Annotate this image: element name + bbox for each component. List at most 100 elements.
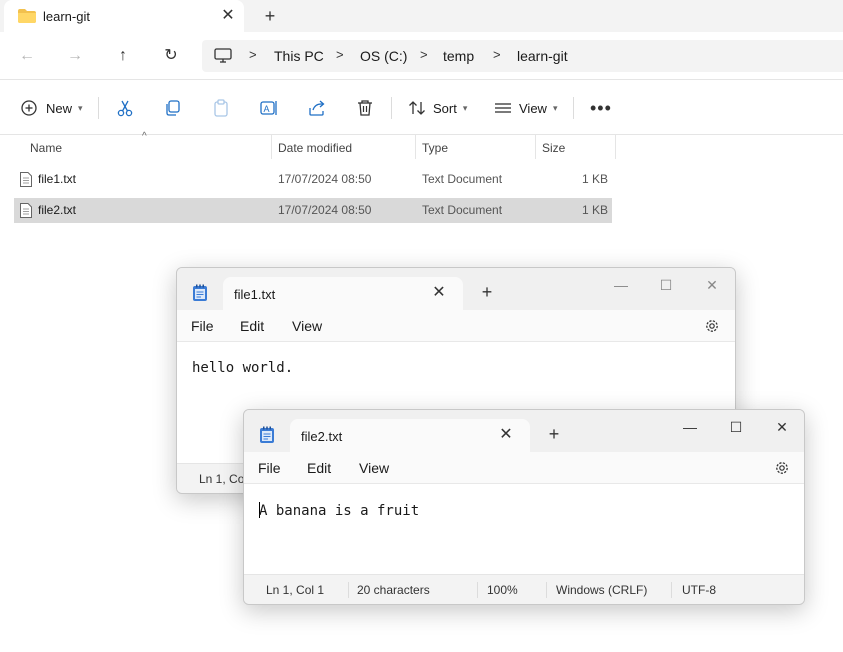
cut-button[interactable] <box>115 96 135 120</box>
trash-icon <box>358 100 372 116</box>
notepad-window-file2[interactable]: file2.txt ✕ + — ☐ ✕ File Edit View A ban… <box>243 409 805 605</box>
status-divider <box>546 582 547 598</box>
menu-file[interactable]: File <box>191 318 214 334</box>
text-editor[interactable]: A banana is a fruit <box>244 484 804 574</box>
share-icon <box>309 100 325 116</box>
menu-edit[interactable]: Edit <box>240 318 264 334</box>
sort-button[interactable]: Sort ▾ <box>407 96 467 120</box>
new-button[interactable]: New ▾ <box>20 96 83 120</box>
copy-button[interactable] <box>163 96 183 120</box>
up-arrow-icon[interactable]: ↑ <box>113 46 133 66</box>
svg-text:A: A <box>264 104 270 114</box>
sort-label: Sort <box>433 100 457 116</box>
breadcrumb-temp[interactable]: temp <box>443 48 474 64</box>
column-divider[interactable] <box>415 135 416 159</box>
explorer-tab-title: learn-git <box>43 9 90 24</box>
column-divider[interactable] <box>535 135 536 159</box>
file-size: 1 KB <box>581 172 608 186</box>
delete-button[interactable] <box>355 96 375 120</box>
paste-button[interactable] <box>211 96 231 120</box>
sort-arrows-icon <box>409 101 425 115</box>
view-label: View <box>519 100 547 116</box>
chevron-right-icon: > <box>420 47 428 62</box>
chevron-down-icon: ▾ <box>78 102 83 113</box>
column-header-name[interactable]: Name <box>30 141 62 155</box>
copy-icon <box>166 100 180 116</box>
navigation-bar: ← → ↑ ↻ > This PC > OS (C:) > temp > lea… <box>0 32 843 80</box>
explorer-tab[interactable]: learn-git ✕ <box>4 0 244 32</box>
folder-icon <box>18 9 36 23</box>
view-list-icon <box>495 103 511 113</box>
address-bar[interactable]: > This PC > OS (C:) > temp > learn-git <box>202 40 843 72</box>
close-icon[interactable]: ✕ <box>498 427 514 443</box>
new-tab-plus-icon[interactable]: + <box>262 7 278 25</box>
rename-icon: A <box>260 101 277 115</box>
status-divider <box>348 582 349 598</box>
gear-icon[interactable] <box>704 318 720 334</box>
new-label: New <box>46 100 73 116</box>
menu-view[interactable]: View <box>292 318 322 334</box>
text-file-icon <box>20 172 32 187</box>
notepad-icon <box>260 426 274 443</box>
column-header-size[interactable]: Size <box>542 141 565 155</box>
notepad-icon <box>193 284 207 301</box>
back-arrow-icon[interactable]: ← <box>17 46 37 66</box>
editor-content: hello world. <box>192 360 294 376</box>
forward-arrow-icon[interactable]: → <box>65 46 85 66</box>
close-icon[interactable]: ✕ <box>431 285 447 301</box>
status-divider <box>671 582 672 598</box>
column-divider[interactable] <box>615 135 616 159</box>
chevron-right-icon: > <box>336 47 344 62</box>
share-button[interactable] <box>307 96 327 120</box>
zoom-level[interactable]: 100% <box>487 583 518 597</box>
menu-bar: File Edit View <box>177 310 735 342</box>
refresh-icon[interactable]: ↻ <box>161 46 181 66</box>
menu-edit[interactable]: Edit <box>307 460 331 476</box>
breadcrumb-os-c[interactable]: OS (C:) <box>360 48 407 64</box>
line-ending[interactable]: Windows (CRLF) <box>556 583 647 597</box>
more-options-icon[interactable]: ••• <box>590 96 612 120</box>
maximize-icon[interactable]: ☐ <box>651 274 681 296</box>
sort-ascending-caret-icon: ^ <box>142 131 147 142</box>
explorer-tab-strip: learn-git ✕ + <box>0 0 843 32</box>
breadcrumb-learn-git[interactable]: learn-git <box>517 48 568 64</box>
file-type: Text Document <box>422 172 503 186</box>
editor-text: A banana is a fruit <box>259 503 420 519</box>
chevron-down-icon: ▾ <box>462 102 468 113</box>
title-bar[interactable]: file1.txt ✕ + — ☐ ✕ <box>177 268 735 310</box>
notepad-tab[interactable]: file2.txt ✕ <box>290 419 530 452</box>
notepad-tab-title: file1.txt <box>234 287 276 302</box>
title-bar[interactable]: file2.txt ✕ + — ☐ ✕ <box>244 410 804 452</box>
chevron-down-icon: ▾ <box>552 102 558 113</box>
menu-bar: File Edit View <box>244 452 804 484</box>
text-file-icon <box>20 203 32 218</box>
file-row[interactable]: file1.txt 17/07/2024 08:50 Text Document… <box>14 167 612 192</box>
status-bar: Ln 1, Col 1 20 characters 100% Windows (… <box>244 574 804 604</box>
close-window-icon[interactable]: ✕ <box>697 274 727 296</box>
toolbar-divider <box>391 97 392 119</box>
gear-icon[interactable] <box>774 460 790 476</box>
new-tab-plus-icon[interactable]: + <box>546 425 562 443</box>
cursor-position[interactable]: Ln 1, Col <box>199 472 247 486</box>
cursor-position[interactable]: Ln 1, Col 1 <box>266 583 324 597</box>
minimize-icon[interactable]: — <box>606 274 636 296</box>
view-button[interactable]: View ▾ <box>493 96 557 120</box>
maximize-icon[interactable]: ☐ <box>721 416 751 438</box>
menu-view[interactable]: View <box>359 460 389 476</box>
menu-file[interactable]: File <box>258 460 281 476</box>
close-icon[interactable]: ✕ <box>220 8 236 24</box>
file-row[interactable]: file2.txt 17/07/2024 08:50 Text Document… <box>14 198 612 223</box>
breadcrumb-this-pc[interactable]: This PC <box>274 48 324 64</box>
rename-button[interactable]: A <box>259 96 279 120</box>
scissors-icon <box>117 100 133 117</box>
chevron-right-icon: > <box>493 47 501 62</box>
column-header-date[interactable]: Date modified <box>278 141 352 155</box>
file-name: file1.txt <box>38 172 77 186</box>
column-divider[interactable] <box>271 135 272 159</box>
encoding[interactable]: UTF-8 <box>682 583 716 597</box>
column-header-type[interactable]: Type <box>422 141 448 155</box>
notepad-tab[interactable]: file1.txt ✕ <box>223 277 463 310</box>
minimize-icon[interactable]: — <box>675 416 705 438</box>
close-window-icon[interactable]: ✕ <box>767 416 797 438</box>
new-tab-plus-icon[interactable]: + <box>479 283 495 301</box>
